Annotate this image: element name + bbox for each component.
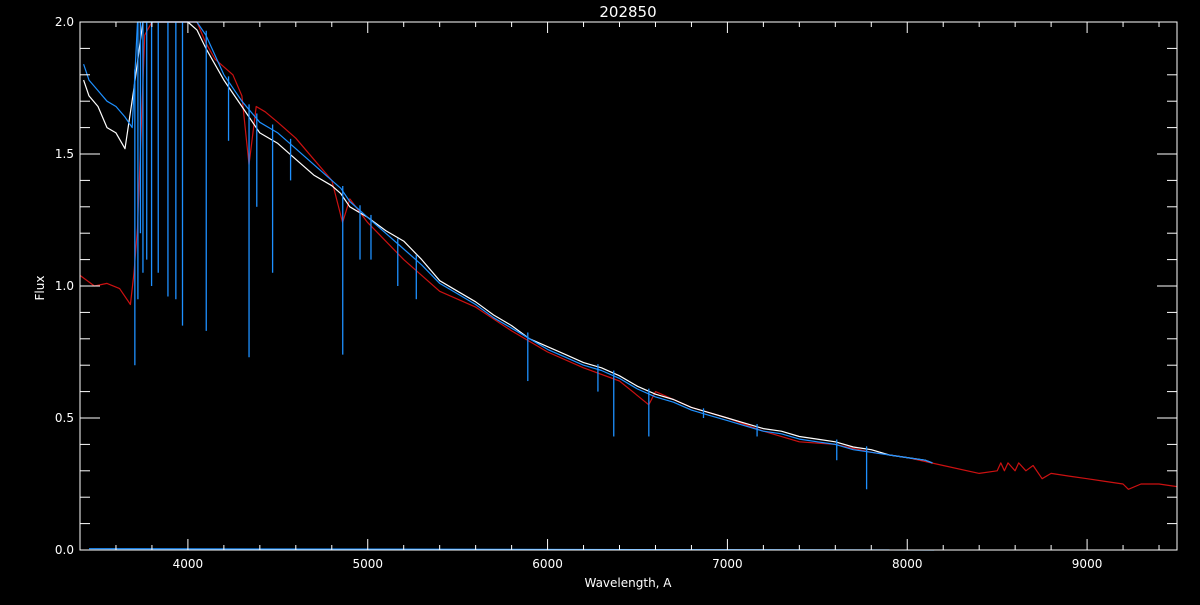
x-tick-label: 6000	[532, 557, 563, 571]
x-tick-label: 9000	[1072, 557, 1103, 571]
series-line-1	[83, 21, 933, 464]
plot-frame	[79, 21, 1178, 551]
y-axis-label: Flux	[33, 276, 47, 301]
spectrum-plot: 4000 5000 6000 7000 8000 9000 0.0 0.5 1.0 1.5 2.0 …	[0, 0, 1200, 600]
x-axis-label: Wavelength, A	[584, 576, 672, 590]
tick-layer: 4000 5000 6000 7000 8000 9000 0.0 0.5 1.0 1.5 2.0	[55, 15, 1177, 571]
x-tick-label: 4000	[173, 557, 204, 571]
y-tick-label: 1.0	[55, 279, 74, 293]
x-tick-label: 7000	[712, 557, 743, 571]
absorption-line-layer	[134, 22, 868, 490]
chart-title: 202850	[599, 3, 656, 21]
x-tick-label: 8000	[892, 557, 923, 571]
chart-svg: 4000 5000 6000 7000 8000 90000.00.51.01.52.0 …	[33, 3, 1178, 590]
y-tick-label: 0.5	[55, 411, 74, 425]
series-line-0	[79, 21, 1178, 490]
y-tick-label: 0.0	[55, 543, 74, 557]
y-tick-label: 1.5	[55, 147, 74, 161]
y-tick-label: 2.0	[55, 15, 74, 29]
series-line-2	[83, 21, 933, 464]
x-tick-label: 5000	[352, 557, 383, 571]
series-layer	[79, 21, 1178, 551]
